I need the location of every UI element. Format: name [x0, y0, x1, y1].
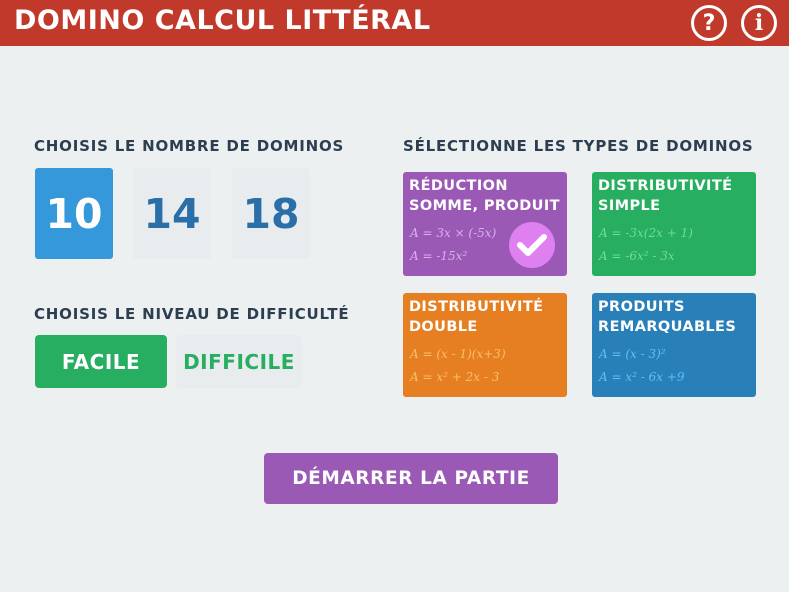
card-formula-1: A = 3x × (-5x): [410, 226, 497, 240]
card-formula-2: A = x² + 2x - 3: [410, 370, 500, 384]
checkmark-icon: [509, 222, 555, 268]
difficulty-label: CHOISIS LE NIVEAU DE DIFFICULTÉ: [34, 305, 350, 323]
card-title-line1: RÉDUCTION: [409, 178, 508, 194]
info-icon[interactable]: i: [741, 5, 777, 41]
card-title-line2: SIMPLE: [598, 198, 661, 214]
domino-count-label: CHOISIS LE NOMBRE DE DOMINOS: [34, 137, 345, 155]
card-title-line2: REMARQUABLES: [598, 319, 737, 335]
type-card-remarkable-products[interactable]: PRODUITS REMARQUABLES A = (x - 3)² A = x…: [592, 293, 756, 397]
card-formula-1: A = (x - 3)²: [599, 347, 666, 361]
type-card-simple-distributivity[interactable]: DISTRIBUTIVITÉ SIMPLE A = -3x(2x + 1) A …: [592, 172, 756, 276]
card-formula-2: A = -6x² - 3x: [599, 249, 675, 263]
card-title-line2: SOMME, PRODUIT: [409, 198, 560, 214]
level-easy-button[interactable]: FACILE: [35, 335, 167, 388]
card-formula-2: A = -15x²: [410, 249, 468, 263]
help-icon[interactable]: ?: [691, 5, 727, 41]
card-formula-1: A = -3x(2x + 1): [599, 226, 693, 240]
card-title-line2: DOUBLE: [409, 319, 478, 335]
type-card-reduction[interactable]: RÉDUCTION SOMME, PRODUIT A = 3x × (-5x) …: [403, 172, 567, 276]
card-formula-2: A = x² - 6x +9: [599, 370, 685, 384]
count-option-18[interactable]: 18: [232, 168, 310, 259]
count-option-14[interactable]: 14: [133, 168, 211, 259]
card-title-line1: PRODUITS: [598, 299, 685, 315]
start-game-button[interactable]: DÉMARRER LA PARTIE: [264, 453, 558, 504]
app-title: DOMINO CALCUL LITTÉRAL: [14, 5, 431, 36]
level-hard-button[interactable]: DIFFICILE: [176, 335, 302, 388]
header-bar: DOMINO CALCUL LITTÉRAL ? i: [0, 0, 789, 46]
card-title-line1: DISTRIBUTIVITÉ: [409, 299, 544, 315]
type-card-double-distributivity[interactable]: DISTRIBUTIVITÉ DOUBLE A = (x - 1)(x+3) A…: [403, 293, 567, 397]
card-formula-1: A = (x - 1)(x+3): [410, 347, 506, 361]
card-title-line1: DISTRIBUTIVITÉ: [598, 178, 733, 194]
domino-types-label: SÉLECTIONNE LES TYPES DE DOMINOS: [403, 137, 754, 155]
count-option-10[interactable]: 10: [35, 168, 113, 259]
